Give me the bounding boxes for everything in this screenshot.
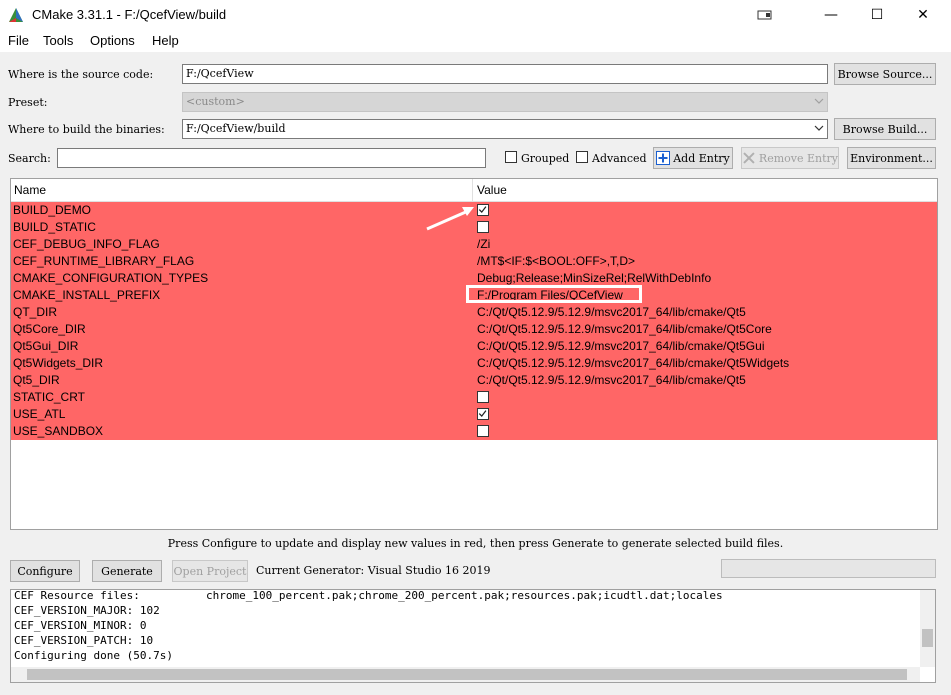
configure-button[interactable]: Configure xyxy=(10,560,80,582)
minimize-icon: — xyxy=(824,7,838,23)
plus-icon xyxy=(656,151,671,165)
row-name: USE_ATL xyxy=(13,407,66,421)
column-divider xyxy=(472,179,473,201)
remove-entry-button: Remove Entry xyxy=(741,147,839,169)
browse-build-button[interactable]: Browse Build... xyxy=(834,118,936,140)
build-path-value: F:/QcefView/build xyxy=(186,122,286,135)
menu-file[interactable]: File xyxy=(8,33,29,48)
status-message: Press Configure to update and display ne… xyxy=(167,537,784,550)
row-value-checkbox[interactable] xyxy=(477,204,489,216)
window-title: CMake 3.31.1 - F:/QcefView/build xyxy=(32,7,227,22)
column-header-value[interactable]: Value xyxy=(477,183,507,197)
source-label: Where is the source code: xyxy=(8,68,154,81)
table-row[interactable] xyxy=(11,423,937,440)
open-project-button: Open Project xyxy=(172,560,248,582)
row-name: STATIC_CRT xyxy=(13,390,86,404)
advanced-checkbox[interactable] xyxy=(576,151,588,163)
row-value-checkbox[interactable] xyxy=(477,221,489,233)
row-name: CMAKE_INSTALL_PREFIX xyxy=(13,288,161,302)
row-value-checkbox[interactable] xyxy=(477,425,489,437)
log-line: Configuring done (50.7s) xyxy=(14,649,173,662)
row-value-checkbox[interactable] xyxy=(477,408,489,420)
generate-button[interactable]: Generate xyxy=(92,560,162,582)
chevron-down-icon xyxy=(814,98,824,104)
table-row[interactable] xyxy=(11,304,937,321)
log-line: CEF_VERSION_MINOR: 0 xyxy=(14,619,147,632)
table-header xyxy=(11,179,937,202)
minimize-button[interactable]: — xyxy=(808,0,854,30)
table-row[interactable] xyxy=(11,406,937,423)
row-value[interactable]: C:/Qt/Qt5.12.9/5.12.9/msvc2017_64/lib/cm… xyxy=(477,322,772,336)
row-value[interactable]: C:/Qt/Qt5.12.9/5.12.9/msvc2017_64/lib/cm… xyxy=(477,356,789,370)
log-line: CEF_VERSION_MAJOR: 102 xyxy=(14,604,160,617)
menu-help[interactable]: Help xyxy=(152,33,179,48)
remove-entry-label: Remove Entry xyxy=(758,151,838,165)
checkmark-icon xyxy=(478,206,487,214)
row-value[interactable]: /MT$<IF:$<BOOL:OFF>,T,D> xyxy=(477,254,635,268)
preset-label: Preset: xyxy=(8,96,48,109)
column-header-name[interactable]: Name xyxy=(14,183,46,197)
row-value[interactable]: C:/Qt/Qt5.12.9/5.12.9/msvc2017_64/lib/cm… xyxy=(477,305,746,319)
log-scrollbar-thumb[interactable] xyxy=(922,629,933,647)
source-path-input[interactable]: F:/QcefView xyxy=(182,64,828,84)
row-name: USE_SANDBOX xyxy=(13,424,104,438)
remove-icon xyxy=(743,152,755,164)
row-name: Qt5Gui_DIR xyxy=(13,339,79,353)
progress-bar xyxy=(721,559,936,578)
log-line: CEF_VERSION_PATCH: 10 xyxy=(14,634,154,647)
row-name: Qt5Core_DIR xyxy=(13,322,86,336)
close-icon: ✕ xyxy=(917,7,929,23)
row-name: Qt5Widgets_DIR xyxy=(13,356,104,370)
grouped-checkbox[interactable] xyxy=(505,151,517,163)
row-value[interactable]: Debug;Release;MinSizeRel;RelWithDebInfo xyxy=(477,271,711,285)
highlight-box xyxy=(466,285,642,303)
row-name: BUILD_STATIC xyxy=(13,220,96,234)
build-label: Where to build the binaries: xyxy=(8,123,165,136)
cmake-logo-icon xyxy=(9,8,23,22)
current-generator: Current Generator: Visual Studio 16 2019 xyxy=(256,564,491,577)
maximize-button[interactable]: ☐ xyxy=(854,0,900,30)
maximize-icon: ☐ xyxy=(870,7,884,23)
menu-tools[interactable]: Tools xyxy=(43,33,73,48)
row-name: CEF_RUNTIME_LIBRARY_FLAG xyxy=(13,254,195,268)
table-row[interactable] xyxy=(11,355,937,372)
row-name: QT_DIR xyxy=(13,305,58,319)
log-line: CEF Resource files: chrome_100_percent.p… xyxy=(14,589,723,602)
row-value[interactable]: C:/Qt/Qt5.12.9/5.12.9/msvc2017_64/lib/cm… xyxy=(477,373,746,387)
row-value-checkbox[interactable] xyxy=(477,391,489,403)
checkmark-icon xyxy=(478,410,487,418)
build-path-select[interactable]: F:/QcefView/build xyxy=(182,119,828,139)
table-row[interactable] xyxy=(11,338,937,355)
menu-options[interactable]: Options xyxy=(90,33,135,48)
row-value[interactable]: C:/Qt/Qt5.12.9/5.12.9/msvc2017_64/lib/cm… xyxy=(477,339,764,353)
browse-source-button[interactable]: Browse Source... xyxy=(834,63,936,85)
table-row[interactable] xyxy=(11,321,937,338)
search-label: Search: xyxy=(8,152,51,165)
annotation-arrow-icon xyxy=(426,207,474,231)
preset-value: <custom> xyxy=(186,95,245,108)
close-button[interactable]: ✕ xyxy=(900,0,946,30)
search-input[interactable] xyxy=(57,148,486,168)
preset-select: <custom> xyxy=(182,92,828,112)
row-name: Qt5_DIR xyxy=(13,373,60,387)
row-name: CEF_DEBUG_INFO_FLAG xyxy=(13,237,160,251)
tablet-mode-icon[interactable] xyxy=(757,8,773,22)
table-row[interactable] xyxy=(11,389,937,406)
row-name: CMAKE_CONFIGURATION_TYPES xyxy=(13,271,209,285)
row-value[interactable]: /Zi xyxy=(477,237,490,251)
add-entry-label: Add Entry xyxy=(673,151,730,165)
menu-bar xyxy=(0,30,951,52)
advanced-label: Advanced xyxy=(592,152,647,165)
row-name: BUILD_DEMO xyxy=(13,203,92,217)
add-entry-button[interactable]: Add Entry xyxy=(653,147,733,169)
chevron-down-icon xyxy=(814,125,824,131)
table-row[interactable] xyxy=(11,372,937,389)
log-horizontal-thumb[interactable] xyxy=(27,669,907,680)
environment-button[interactable]: Environment... xyxy=(847,147,936,169)
grouped-label: Grouped xyxy=(521,152,570,165)
